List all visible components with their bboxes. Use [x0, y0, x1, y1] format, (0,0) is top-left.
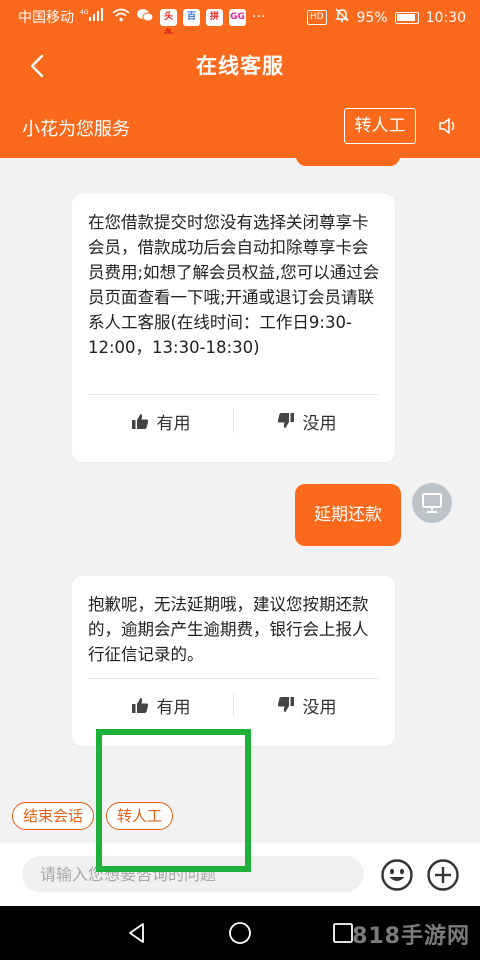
- transfer-human-button[interactable]: 转人工: [344, 108, 416, 144]
- baidu-app-icon: 百: [183, 8, 200, 26]
- signal-icon: 4G: [80, 7, 106, 27]
- useful-button[interactable]: 有用: [88, 397, 233, 445]
- useful-button[interactable]: 有用: [88, 681, 233, 729]
- system-nav-bar: 818手游网: [0, 906, 480, 960]
- bot-message-card: 抱歉呢，无法延期哦，建议您按期还款的，逾期会产生逾期费，银行会上报人行征信记录的…: [72, 576, 395, 746]
- thumbs-down-icon: [277, 697, 294, 712]
- carrier-label: 中国移动: [18, 10, 74, 26]
- more-notifications-icon: ···: [252, 9, 266, 25]
- monitor-avatar-icon: [422, 493, 442, 513]
- previous-user-bubble: [296, 158, 400, 166]
- chat-area[interactable]: 在您借款提交时您没有选择关闭尊享卡会员，借款成功后会自动扣除尊享卡会员费用;如想…: [0, 158, 480, 790]
- transfer-human-quick-button[interactable]: 转人工: [106, 802, 174, 830]
- speaker-icon: [439, 118, 455, 134]
- thumbs-down-icon: [277, 413, 294, 428]
- message-input[interactable]: [22, 856, 364, 892]
- bot-message-card: 在您借款提交时您没有选择关闭尊享卡会员，借款成功后会自动扣除尊享卡会员费用;如想…: [72, 194, 395, 462]
- more-actions-button[interactable]: [426, 858, 460, 892]
- useful-label: 有用: [156, 413, 191, 434]
- battery-icon: [394, 11, 419, 24]
- service-bar: 小花为您服务 转人工: [0, 98, 480, 158]
- agent-greeting: 小花为您服务: [22, 119, 130, 140]
- toutiao-app-icon: 头条: [160, 8, 177, 39]
- mute-bell-icon: [334, 7, 350, 28]
- bot-message-text: 抱歉呢，无法延期哦，建议您按期还款的，逾期会产生逾期费，银行会上报人行征信记录的…: [88, 595, 369, 664]
- back-nav-button[interactable]: [124, 920, 150, 946]
- bot-message-text: 在您借款提交时您没有选择关闭尊享卡会员，借款成功后会自动扣除尊享卡会员费用;如想…: [88, 213, 380, 357]
- wifi-icon: [112, 8, 130, 27]
- useless-button[interactable]: 没用: [234, 681, 379, 729]
- useless-button[interactable]: 没用: [234, 397, 379, 445]
- feedback-row: 有用 没用: [88, 397, 379, 445]
- game-app-icon: GG: [229, 8, 246, 26]
- card-divider: [88, 678, 379, 679]
- end-session-button[interactable]: 结束会话: [12, 802, 95, 830]
- input-bar: [0, 843, 480, 906]
- thumbs-up-icon: [131, 698, 148, 713]
- card-divider: [88, 394, 379, 395]
- avatar: [412, 483, 452, 523]
- clock: 10:30: [425, 9, 466, 26]
- emoji-button[interactable]: [380, 858, 414, 892]
- quick-actions: 结束会话 转人工: [12, 802, 174, 830]
- user-message-bubble: 延期还款: [295, 484, 401, 546]
- thumbs-up-icon: [131, 414, 148, 429]
- hd-badge: HD: [306, 10, 327, 25]
- feedback-row: 有用 没用: [88, 681, 379, 729]
- svg-text:4G: 4G: [80, 9, 89, 16]
- pdd-app-icon: 拼: [206, 8, 223, 26]
- useless-label: 没用: [302, 697, 337, 718]
- status-bar: 中国移动 4G 头条 百 拼 GG ··· HD 95% 10:30: [0, 0, 480, 39]
- useful-label: 有用: [156, 697, 191, 718]
- nav-header: 在线客服: [0, 34, 480, 98]
- useless-label: 没用: [302, 413, 337, 434]
- battery-percent: 95%: [356, 9, 388, 26]
- plus-icon: [427, 859, 459, 891]
- circle-home-icon: [229, 922, 251, 944]
- wechat-icon: [136, 8, 154, 27]
- smiley-icon: [381, 859, 413, 891]
- site-watermark: 818手游网: [352, 924, 470, 949]
- page-title: 在线客服: [196, 54, 284, 78]
- speaker-button[interactable]: [436, 114, 460, 138]
- triangle-back-icon: [129, 923, 144, 943]
- home-nav-button[interactable]: [227, 920, 253, 946]
